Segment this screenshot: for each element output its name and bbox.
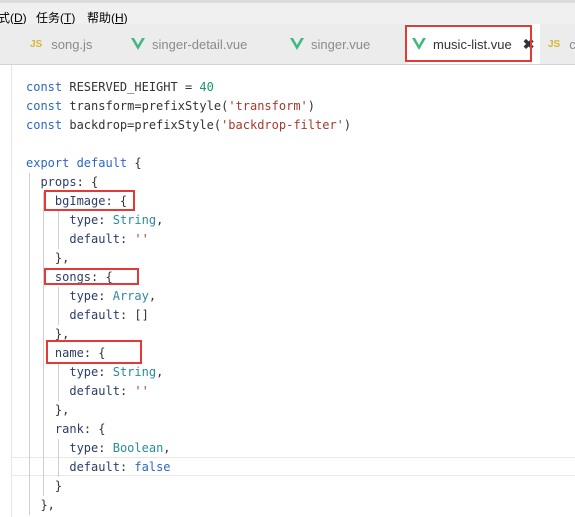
indent-guide [43, 287, 44, 306]
indent-guide [43, 382, 44, 401]
indent-guide [29, 496, 30, 515]
code-line: const RESERVED_HEIGHT = 40 [26, 80, 214, 94]
menu-bar: 式(D) 任务(T) 帮助(H) [0, 0, 575, 25]
code-line: songs: { [26, 268, 351, 287]
indent-guide [58, 230, 59, 249]
tab-music-list-vue[interactable]: music-list.vue ✖ [406, 24, 541, 64]
code-block: const RESERVED_HEIGHT = 40 const transfo… [26, 78, 351, 515]
js-file-icon: JS [30, 38, 43, 50]
indent-guide [58, 363, 59, 382]
code-line: type: Array, [26, 287, 351, 306]
indent-guide [58, 382, 59, 401]
code-line: }, [26, 325, 351, 344]
indent-guide [58, 211, 59, 230]
indent-guide [29, 477, 30, 496]
indent-guide [43, 192, 44, 211]
indent-guide [43, 211, 44, 230]
indent-guide [43, 363, 44, 382]
indent-guide [29, 268, 30, 287]
indent-guide [43, 325, 44, 344]
code-line: }, [26, 496, 351, 515]
indent-guide [58, 439, 59, 458]
indent-guide [29, 249, 30, 268]
indent-guide [43, 439, 44, 458]
code-line: rank: { [26, 420, 351, 439]
code-line: const backdrop=prefixStyle('backdrop-fil… [26, 118, 352, 132]
vue-file-icon [131, 38, 145, 50]
tab-label: song.js [51, 36, 93, 52]
tab-co[interactable]: JS co [548, 24, 575, 64]
indent-guide [29, 325, 30, 344]
indent-guide [58, 287, 59, 306]
indent-guide [43, 268, 44, 287]
tab-label: music-list.vue [433, 36, 512, 52]
editor-tab-bar: JS song.js singer-detail.vue singer.vue … [0, 24, 575, 65]
code-line: default: '' [26, 230, 351, 249]
window-title-strip [0, 0, 575, 3]
code-line: type: Boolean, [26, 439, 351, 458]
indent-guide [29, 306, 30, 325]
indent-guide [43, 230, 44, 249]
code-line: }, [26, 249, 351, 268]
code-line: export default { [26, 156, 142, 170]
indent-guide [29, 211, 30, 230]
indent-guide [29, 382, 30, 401]
code-editor[interactable]: const RESERVED_HEIGHT = 40 const transfo… [0, 65, 575, 517]
indent-guide [29, 458, 30, 477]
code-line: props: { [26, 173, 351, 192]
indent-guide [43, 401, 44, 420]
tab-singer-vue[interactable]: singer.vue [290, 24, 370, 64]
indent-guide [43, 477, 44, 496]
indent-guide [29, 230, 30, 249]
code-line: } [26, 477, 351, 496]
indent-guide [29, 173, 30, 192]
code-line: type: String, [26, 363, 351, 382]
code-line: default: '' [26, 382, 351, 401]
indent-guide [58, 306, 59, 325]
indent-guide [29, 344, 30, 363]
indent-guide [29, 363, 30, 382]
code-line: default: [] [26, 306, 351, 325]
indent-guide [43, 249, 44, 268]
indent-guide [29, 192, 30, 211]
vue-file-icon [290, 38, 304, 50]
indent-guide [29, 439, 30, 458]
indent-guide [43, 420, 44, 439]
code-line: const transform=prefixStyle('transform') [26, 99, 316, 113]
code-line: bgImage: { [26, 192, 351, 211]
code-line: }, [26, 401, 351, 420]
tab-song-js[interactable]: JS song.js [30, 24, 92, 64]
indent-guide [29, 287, 30, 306]
indent-guide [43, 344, 44, 363]
indent-guide [43, 306, 44, 325]
code-line: default: false [26, 458, 351, 477]
indent-guide [29, 401, 30, 420]
tab-singer-detail-vue[interactable]: singer-detail.vue [131, 24, 247, 64]
js-file-icon: JS [548, 38, 561, 50]
code-line: type: String, [26, 211, 351, 230]
tab-label: singer.vue [311, 36, 371, 52]
tab-label: co [569, 36, 575, 52]
vue-file-icon [412, 38, 426, 50]
editor-gutter-line [11, 65, 12, 517]
tab-label: singer-detail.vue [152, 36, 248, 52]
indent-guide [43, 458, 44, 477]
code-line: name: { [26, 344, 351, 363]
close-icon[interactable]: ✖ [523, 36, 535, 53]
indent-guide [58, 458, 59, 477]
indent-guide [29, 420, 30, 439]
